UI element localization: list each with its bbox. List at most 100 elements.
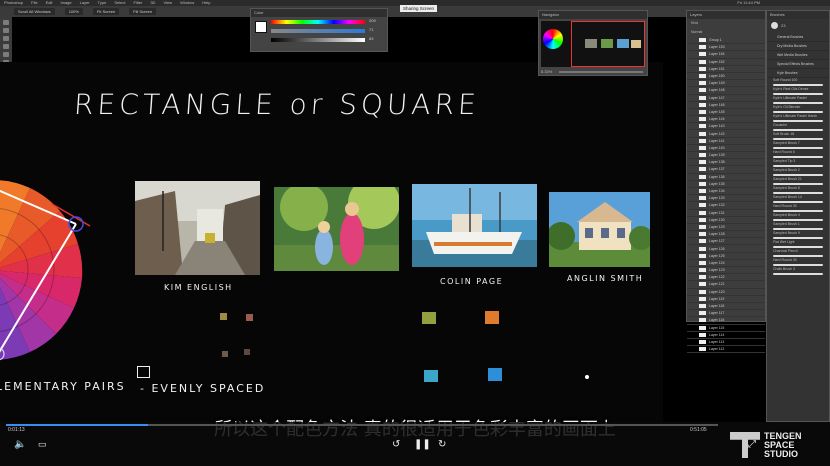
layer-row[interactable]: Layer 136 xyxy=(687,174,765,181)
saturation-value[interactable]: 71 xyxy=(369,27,373,32)
brush-preset[interactable]: Sampled Brush 21 xyxy=(767,177,829,186)
quick-select-tool-icon[interactable] xyxy=(3,44,9,49)
brush-preset[interactable]: Kyle's Ultimate Pastel Harsh xyxy=(767,114,829,123)
brush-preset[interactable]: Chalk Brush 3 xyxy=(767,267,829,276)
layer-row[interactable]: Layer 116 xyxy=(687,317,765,325)
brightness-slider[interactable] xyxy=(271,38,365,42)
layer-row[interactable]: Layer 149 xyxy=(687,80,765,88)
pause-icon[interactable]: ❚❚ xyxy=(414,439,431,450)
layer-row[interactable]: Group 1 xyxy=(687,37,765,45)
brush-preset[interactable]: Sampled Brush 8 xyxy=(767,186,829,195)
hue-slider[interactable] xyxy=(271,20,365,24)
brightness-value[interactable]: 83 xyxy=(369,36,373,41)
move-tool-icon[interactable] xyxy=(3,20,9,25)
layer-row[interactable]: Layer 117 xyxy=(687,310,765,318)
layer-row[interactable]: Layer 145 xyxy=(687,109,765,117)
brush-preset[interactable]: Sampled Brush 1 xyxy=(767,222,829,231)
captions-icon[interactable]: ▭ xyxy=(38,439,47,450)
brush-folder[interactable]: Wet Media Brushes xyxy=(767,51,829,60)
brush-preset[interactable]: Sampled Brush 4 xyxy=(767,213,829,222)
brush-preset[interactable]: Soft Brush 18 xyxy=(767,132,829,141)
video-progress-bar[interactable] xyxy=(6,424,718,426)
layer-row[interactable]: Layer 153 xyxy=(687,44,765,52)
blend-mode-select[interactable]: Normal xyxy=(687,28,765,37)
layer-row[interactable]: Layer 140 xyxy=(687,145,765,152)
fill-screen-button[interactable]: Fill Screen xyxy=(129,8,157,15)
layer-row[interactable]: Layer 124 xyxy=(687,260,765,267)
layer-row[interactable]: Layer 135 xyxy=(687,181,765,188)
layer-row[interactable]: Layer 127 xyxy=(687,238,765,246)
volume-icon[interactable]: 🔈 xyxy=(14,439,26,450)
brush-size-row[interactable]: 23 xyxy=(767,19,829,33)
layer-row[interactable]: Layer 113 xyxy=(687,339,765,347)
brush-preset[interactable]: Kyle's Oil Blender xyxy=(767,105,829,114)
layer-row[interactable]: Layer 139 xyxy=(687,152,765,160)
layer-row[interactable]: Layer 114 xyxy=(687,332,765,339)
scroll-all-windows-checkbox[interactable]: Scroll All Windows xyxy=(14,8,55,15)
layer-row[interactable]: Layer 143 xyxy=(687,123,765,131)
layer-row[interactable]: Layer 126 xyxy=(687,245,765,253)
layer-row[interactable]: Layer 122 xyxy=(687,274,765,282)
brush-preset[interactable]: Sampled Brush 9 xyxy=(767,231,829,240)
layer-row[interactable]: Layer 152 xyxy=(687,59,765,66)
layer-row[interactable]: Layer 133 xyxy=(687,195,765,203)
navigator-zoom-slider[interactable] xyxy=(559,71,643,73)
brush-preset[interactable]: Gouache xyxy=(767,123,829,132)
layer-row[interactable]: Layer 128 xyxy=(687,231,765,239)
navigator-zoom-value[interactable]: 8.33% xyxy=(541,69,552,74)
layer-row[interactable]: Layer 154 xyxy=(687,51,765,59)
rewind-icon[interactable]: ↺ xyxy=(392,439,400,450)
layer-row[interactable]: Layer 150 xyxy=(687,73,765,81)
hue-value[interactable]: 209 xyxy=(369,18,376,23)
layer-row[interactable]: Layer 147 xyxy=(687,95,765,102)
layer-row[interactable]: Layer 123 xyxy=(687,267,765,275)
layer-row[interactable]: Layer 134 xyxy=(687,188,765,196)
brush-size-value[interactable]: 23 xyxy=(781,23,785,28)
brush-preset[interactable]: Sampled Tip 3 xyxy=(767,159,829,168)
brush-preset[interactable]: Sampled Brush 7 xyxy=(767,141,829,150)
layer-row[interactable]: Layer 121 xyxy=(687,281,765,289)
layer-row[interactable]: Layer 125 xyxy=(687,253,765,260)
layer-row[interactable]: Layer 129 xyxy=(687,224,765,232)
brush-preset[interactable]: Sampled Brush 2 xyxy=(767,168,829,177)
layer-row[interactable]: Layer 112 xyxy=(687,346,765,354)
layer-row[interactable]: Layer 132 xyxy=(687,202,765,210)
layer-row[interactable]: Layer 119 xyxy=(687,296,765,303)
layer-row[interactable]: Layer 130 xyxy=(687,217,765,224)
layer-row[interactable]: Layer 120 xyxy=(687,289,765,296)
brush-preset[interactable]: Soft Round 100 xyxy=(767,78,829,87)
lasso-tool-icon[interactable] xyxy=(3,36,9,41)
layer-row[interactable]: Layer 137 xyxy=(687,166,765,174)
brush-preset[interactable]: Charcoal Pencil xyxy=(767,249,829,258)
layers-filter[interactable]: Kind xyxy=(687,19,765,28)
layer-row[interactable]: Layer 148 xyxy=(687,87,765,95)
layer-row[interactable]: Layer 118 xyxy=(687,303,765,311)
brush-folder[interactable]: Special Effects Brushes xyxy=(767,60,829,69)
zoom-100-button[interactable]: 100% xyxy=(64,8,83,15)
layer-row[interactable]: Layer 131 xyxy=(687,210,765,217)
brush-folder[interactable]: General Brushes xyxy=(767,33,829,42)
navigator-preview[interactable] xyxy=(541,21,645,67)
layer-row[interactable]: Layer 142 xyxy=(687,130,765,138)
brush-preset[interactable]: Flat Wet Light xyxy=(767,240,829,249)
color-foreground-chip[interactable] xyxy=(255,21,267,33)
layer-row[interactable]: Layer 151 xyxy=(687,66,765,73)
layer-row[interactable]: Layer 138 xyxy=(687,159,765,167)
saturation-slider[interactable] xyxy=(271,29,365,33)
marquee-tool-icon[interactable] xyxy=(3,28,9,33)
layer-row[interactable]: Layer 141 xyxy=(687,138,765,145)
layer-row[interactable]: Layer 115 xyxy=(687,325,765,332)
brush-preset[interactable]: Kyle's Ultimate Pastel xyxy=(767,96,829,105)
crop-tool-icon[interactable] xyxy=(3,52,9,57)
brush-folder[interactable]: Kyle Brushes xyxy=(767,69,829,78)
forward-icon[interactable]: ↻ xyxy=(438,439,446,450)
brush-preset[interactable]: Hard Round 30 xyxy=(767,204,829,213)
brush-preset[interactable]: Sampled Brush 14 xyxy=(767,195,829,204)
brush-preset[interactable]: Kyle's Real Oils Dense xyxy=(767,87,829,96)
brush-preset[interactable]: Hard Round 30 xyxy=(767,258,829,267)
layer-row[interactable]: Layer 146 xyxy=(687,102,765,109)
layer-row[interactable]: Layer 144 xyxy=(687,116,765,124)
brush-preset[interactable]: Hard Round 6 xyxy=(767,150,829,159)
fit-screen-button[interactable]: Fit Screen xyxy=(92,8,120,15)
brush-folder[interactable]: Dry Media Brushes xyxy=(767,42,829,51)
